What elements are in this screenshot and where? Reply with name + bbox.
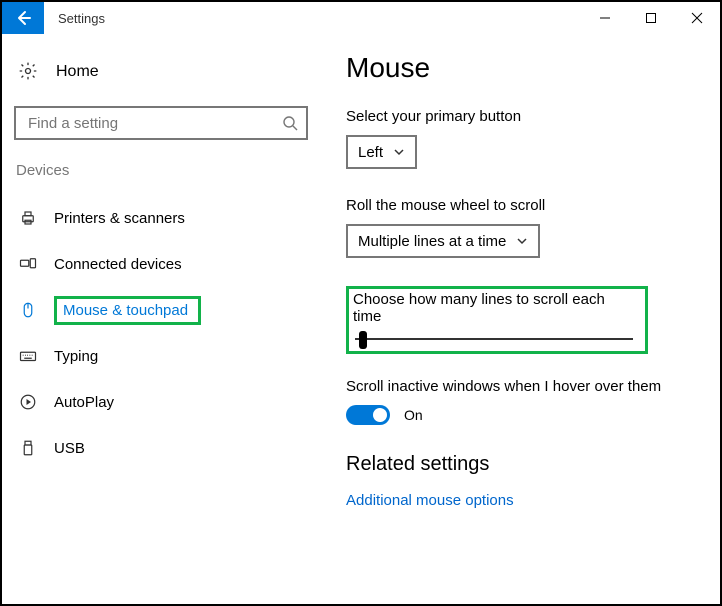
primary-button-value: Left: [358, 144, 383, 161]
close-button[interactable]: [674, 2, 720, 34]
window-controls: [582, 2, 720, 34]
wheel-scroll-label: Roll the mouse wheel to scroll: [346, 197, 700, 214]
lines-each-time-block: Choose how many lines to scroll each tim…: [346, 286, 648, 354]
sidebar-item-label: Printers & scanners: [54, 210, 185, 227]
keyboard-icon: [18, 347, 38, 365]
inactive-scroll-block: Scroll inactive windows when I hover ove…: [346, 378, 700, 425]
sidebar: Home Devices Prin: [2, 34, 318, 604]
sidebar-item-mouse-touchpad[interactable]: Mouse & touchpad: [14, 287, 308, 333]
primary-button-block: Select your primary button Left: [346, 108, 700, 169]
printer-icon: [18, 209, 38, 227]
close-icon: [691, 12, 703, 24]
mouse-icon: [18, 301, 38, 319]
sidebar-item-label: Mouse & touchpad: [63, 302, 188, 319]
sidebar-item-label: USB: [54, 440, 85, 457]
slider-track-line: [355, 338, 633, 340]
chevron-down-icon: [516, 235, 528, 247]
wheel-scroll-select[interactable]: Multiple lines at a time: [346, 224, 540, 258]
additional-mouse-options-link[interactable]: Additional mouse options: [346, 492, 700, 509]
wheel-scroll-block: Roll the mouse wheel to scroll Multiple …: [346, 197, 700, 258]
minimize-icon: [599, 12, 611, 24]
sidebar-section-heading: Devices: [14, 162, 308, 179]
sidebar-nav-list: Printers & scanners Connected devices: [14, 195, 308, 471]
related-settings-heading: Related settings: [346, 453, 700, 476]
autoplay-icon: [18, 393, 38, 411]
lines-each-time-label: Choose how many lines to scroll each tim…: [353, 291, 635, 325]
sidebar-item-printers-scanners[interactable]: Printers & scanners: [14, 195, 308, 241]
sidebar-item-label: AutoPlay: [54, 394, 114, 411]
slider-thumb[interactable]: [359, 331, 367, 349]
primary-button-select[interactable]: Left: [346, 135, 417, 169]
sidebar-item-typing[interactable]: Typing: [14, 333, 308, 379]
sidebar-item-label: Connected devices: [54, 256, 182, 273]
search-input-container[interactable]: [14, 106, 308, 140]
minimize-button[interactable]: [582, 2, 628, 34]
connected-devices-icon: [18, 255, 38, 273]
search-input[interactable]: [26, 114, 282, 133]
window-title: Settings: [44, 11, 582, 26]
wheel-scroll-value: Multiple lines at a time: [358, 233, 506, 250]
sidebar-home-label: Home: [56, 63, 99, 81]
maximize-button[interactable]: [628, 2, 674, 34]
inactive-scroll-label: Scroll inactive windows when I hover ove…: [346, 378, 700, 395]
sidebar-item-autoplay[interactable]: AutoPlay: [14, 379, 308, 425]
usb-icon: [18, 439, 38, 457]
page-title: Mouse: [346, 52, 700, 84]
inactive-scroll-state: On: [404, 407, 423, 423]
main-content: Mouse Select your primary button Left Ro…: [318, 34, 720, 604]
toggle-knob: [373, 408, 387, 422]
search-icon: [282, 115, 298, 131]
primary-button-label: Select your primary button: [346, 108, 700, 125]
inactive-scroll-toggle[interactable]: [346, 405, 390, 425]
sidebar-item-label: Typing: [54, 348, 98, 365]
lines-slider[interactable]: [353, 331, 635, 347]
arrow-left-icon: [14, 9, 32, 27]
back-button[interactable]: [2, 2, 44, 34]
maximize-icon: [645, 12, 657, 24]
chevron-down-icon: [393, 146, 405, 158]
sidebar-item-connected-devices[interactable]: Connected devices: [14, 241, 308, 287]
titlebar: Settings: [2, 2, 720, 34]
gear-icon: [18, 61, 38, 84]
sidebar-item-usb[interactable]: USB: [14, 425, 308, 471]
sidebar-home[interactable]: Home: [14, 52, 308, 92]
